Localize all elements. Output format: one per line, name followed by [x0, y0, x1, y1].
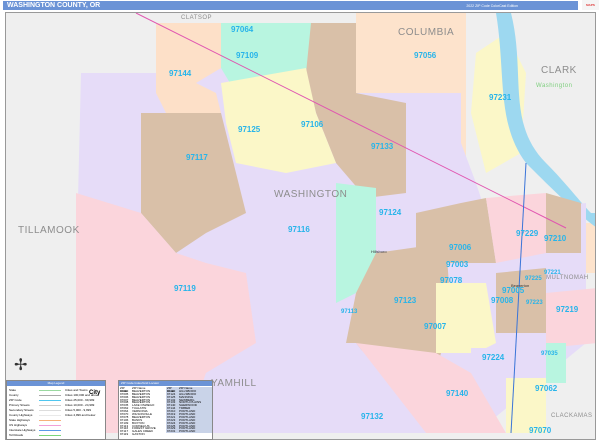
zip-label-97140: 97140 [446, 389, 469, 398]
zip-label-97221: 97221 [544, 270, 561, 276]
legend-toll: Toll Roads [9, 433, 64, 438]
zip-index-table: ZIP Code Index/Grid Locator ZIP Code ZIP … [118, 380, 213, 440]
zip-label-97125: 97125 [238, 125, 261, 134]
city-hillsboro: Hillsboro [371, 249, 387, 254]
map-title: WASHINGTON COUNTY, OR [7, 2, 101, 9]
legend-label: Toll Roads [9, 433, 24, 437]
zip-label-97224: 97224 [482, 353, 505, 362]
zip-label-97210: 97210 [544, 234, 567, 243]
zip-label-97005: 97005 [502, 286, 525, 295]
publisher-logo: MAPS [582, 0, 599, 10]
legend-label: County Highways [9, 413, 33, 417]
zip-table-right-column: ZIP Code ZIP Name 97123 HILLSBORO 97124 HILLS… [166, 387, 212, 434]
legend-label: US Highways [9, 423, 28, 427]
zip-label-97070: 97070 [529, 426, 552, 435]
county-label-yamhill: YAMHILL [211, 378, 257, 389]
zip-label-97124: 97124 [379, 208, 402, 217]
zip-label-97225: 97225 [525, 276, 542, 282]
zip-label-97133: 97133 [371, 142, 394, 151]
map-canvas[interactable]: CLATSOP COLUMBIA CLARK Washington WASHIN… [5, 12, 596, 440]
table-cell: 97119 [120, 432, 129, 437]
zip-label-97078: 97078 [440, 276, 463, 285]
zip-label-97006: 97006 [449, 243, 472, 252]
table-cell: 97231 [167, 429, 176, 434]
county-label-clatsop: CLATSOP [181, 15, 213, 21]
table-row: 97231 PORTLAND [166, 429, 212, 434]
zip-label-97117: 97117 [186, 153, 208, 162]
zip-label-97119: 97119 [174, 284, 196, 293]
legend-cities-small: Cities 4,999 and below [65, 413, 96, 417]
compass-rose-icon: ✢ [14, 357, 28, 374]
zip-label-97231: 97231 [489, 93, 512, 102]
zip-label-97113: 97113 [341, 309, 358, 315]
zip-label-97008: 97008 [491, 296, 514, 305]
map-legend: Map Legend State County ZIP Code Primary… [6, 380, 106, 440]
zip-label-97229: 97229 [516, 229, 539, 238]
zip-label-97106: 97106 [301, 120, 324, 129]
title-bar: WASHINGTON COUNTY, OR 2022 ZIP Code Colo… [3, 1, 578, 10]
legend-label: State [9, 388, 17, 392]
zip-label-97132: 97132 [361, 412, 384, 421]
edition-label: 2022 ZIP Code ColorCast Edition [466, 4, 518, 8]
county-label-tillamook: TILLAMOOK [18, 225, 80, 236]
zip-97210-area [546, 193, 581, 253]
zip-table-left-column: ZIP Code ZIP Name 97003 BEAVERTON 97005 BEAVE… [119, 387, 166, 436]
legend-city-sample: City [89, 390, 101, 396]
county-label-columbia: COLUMBIA [398, 27, 455, 38]
zip-97007-area [436, 283, 496, 353]
zip-label-97109: 97109 [236, 51, 259, 60]
zip-label-97123: 97123 [394, 296, 417, 305]
zip-label-97035: 97035 [541, 351, 558, 357]
county-label-clark: CLARK [541, 65, 577, 76]
zip-label-97219: 97219 [556, 305, 579, 314]
zip-label-97007: 97007 [424, 322, 447, 331]
zip-label-97116: 97116 [288, 225, 310, 234]
zip-label-97064: 97064 [231, 25, 254, 34]
table-row: 97119 GASTON [119, 433, 166, 436]
county-label-clackamas: CLACKAMAS [551, 413, 593, 419]
zip-label-97056: 97056 [414, 51, 437, 60]
table-cell: GASTON [132, 432, 145, 437]
table-cell: PORTLAND [179, 429, 196, 434]
legend-label: Interstate Highways [9, 428, 36, 432]
zip-label-97144: 97144 [169, 69, 192, 78]
zip-97219-area [546, 288, 595, 348]
legend-label: Primary Streets [9, 403, 30, 407]
legend-label: ZIP Code [9, 398, 22, 402]
legend-title: Map Legend [7, 381, 105, 386]
zip-label-97003: 97003 [446, 260, 469, 269]
county-label-washington: WASHINGTON [274, 189, 348, 200]
zip-97035-area [546, 343, 566, 383]
legend-label: Secondary Streets [9, 408, 34, 412]
county-label-washington-wa: Washington [536, 83, 573, 89]
legend-label: County [9, 393, 19, 397]
zip-label-97062: 97062 [535, 384, 558, 393]
legend-label: State Highways [9, 418, 30, 422]
zip-label-97223: 97223 [526, 300, 543, 306]
